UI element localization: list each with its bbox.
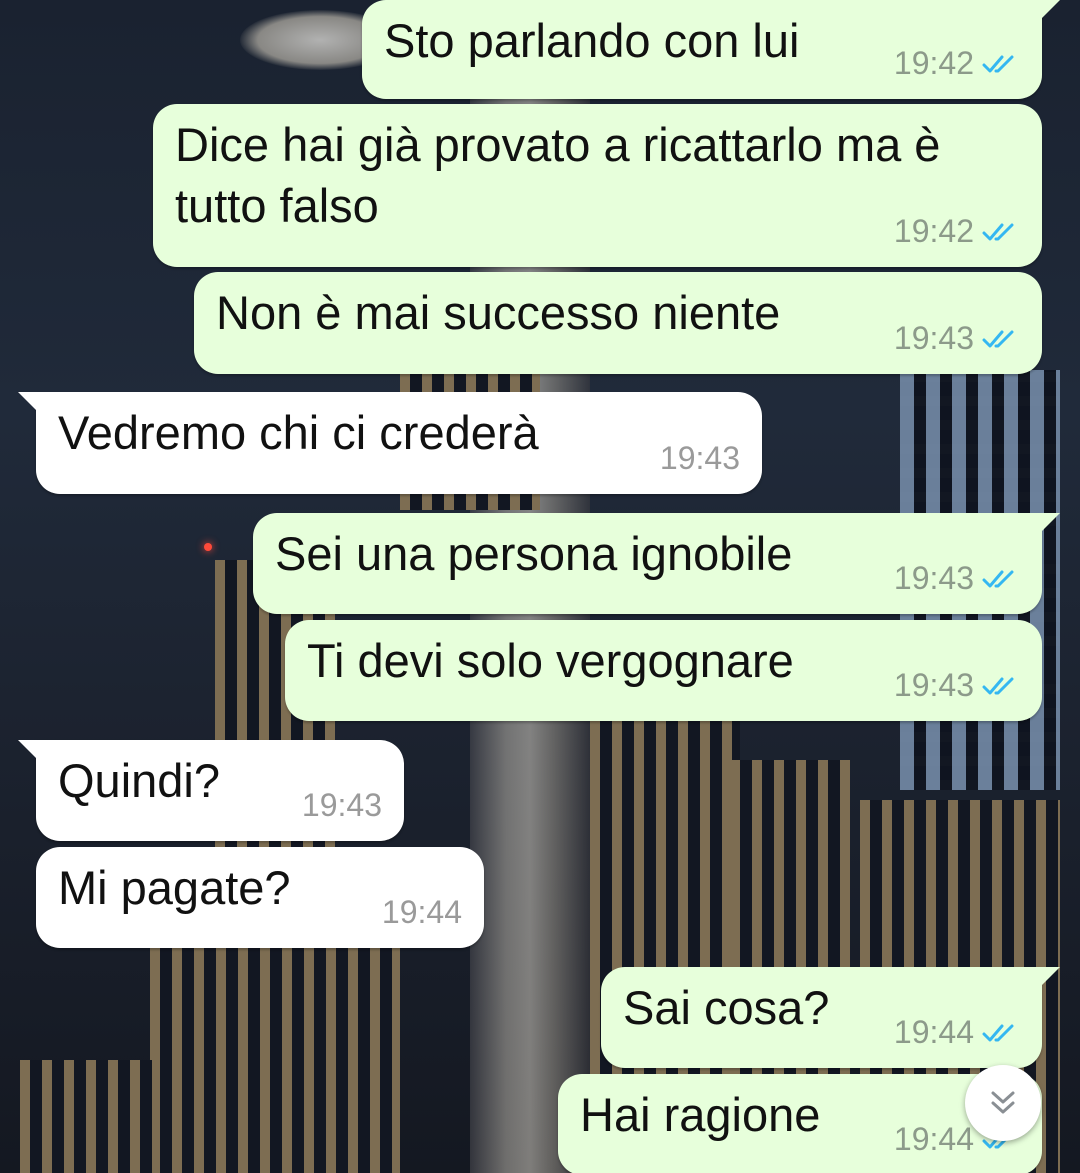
outgoing-message[interactable]: Non è mai successo niente 19:43	[194, 272, 1042, 374]
double-check-icon	[982, 674, 1020, 698]
message-time: 19:44	[893, 1121, 974, 1158]
outgoing-message[interactable]: Sei una persona ignobile 19:43	[253, 513, 1060, 614]
message-meta: 19:43	[660, 438, 740, 480]
message-meta: 19:43	[894, 558, 1020, 600]
message-text: Mi pagate?	[58, 861, 291, 914]
incoming-message[interactable]: Vedremo chi ci crederà 19:43	[18, 392, 762, 494]
message-time: 19:42	[893, 45, 974, 82]
message-text: Hai ragione	[580, 1088, 821, 1141]
message-meta: 19:44	[894, 1012, 1020, 1054]
message-time: 19:43	[301, 787, 382, 824]
message-time: 19:43	[893, 560, 974, 597]
message-time: 19:42	[893, 213, 974, 250]
message-meta: 19:43	[894, 318, 1020, 360]
outgoing-message[interactable]: Sai cosa? 19:44	[601, 967, 1060, 1068]
incoming-message[interactable]: Quindi? 19:43	[18, 740, 404, 841]
wallpaper-building	[20, 1060, 160, 1173]
message-text: Sai cosa?	[623, 981, 830, 1034]
message-meta: 19:43	[302, 785, 382, 827]
message-meta: 19:44	[382, 892, 462, 934]
message-text: Ti devi solo vergognare	[307, 634, 794, 687]
double-check-icon	[982, 220, 1020, 244]
double-check-icon	[982, 327, 1020, 351]
message-text: Quindi?	[58, 754, 220, 807]
incoming-message[interactable]: Mi pagate? 19:44	[36, 847, 484, 948]
message-text: Sto parlando con lui	[384, 14, 800, 67]
wallpaper-light	[204, 543, 212, 551]
message-time: 19:43	[893, 667, 974, 704]
outgoing-message[interactable]: Ti devi solo vergognare 19:43	[285, 620, 1042, 721]
double-chevron-down-icon	[983, 1083, 1023, 1123]
message-text: Non è mai successo niente	[216, 286, 781, 339]
message-meta: 19:42	[894, 211, 1020, 253]
double-check-icon	[982, 52, 1020, 76]
wallpaper-building	[150, 940, 400, 1173]
message-time: 19:43	[893, 320, 974, 357]
outgoing-message[interactable]: Dice hai già provato a ricattarlo ma è t…	[153, 104, 1042, 267]
message-time: 19:44	[381, 894, 462, 931]
message-text: Vedremo chi ci crederà	[58, 406, 539, 459]
double-check-icon	[982, 1021, 1020, 1045]
outgoing-message[interactable]: Sto parlando con lui 19:42	[362, 0, 1060, 99]
chat-window: Sto parlando con lui 19:42 Dice hai già …	[0, 0, 1080, 1173]
message-time: 19:44	[893, 1014, 974, 1051]
message-text: Sei una persona ignobile	[275, 527, 793, 580]
scroll-to-bottom-button[interactable]	[965, 1065, 1041, 1141]
double-check-icon	[982, 567, 1020, 591]
message-time: 19:43	[659, 440, 740, 477]
message-meta: 19:42	[894, 43, 1020, 85]
message-meta: 19:43	[894, 665, 1020, 707]
